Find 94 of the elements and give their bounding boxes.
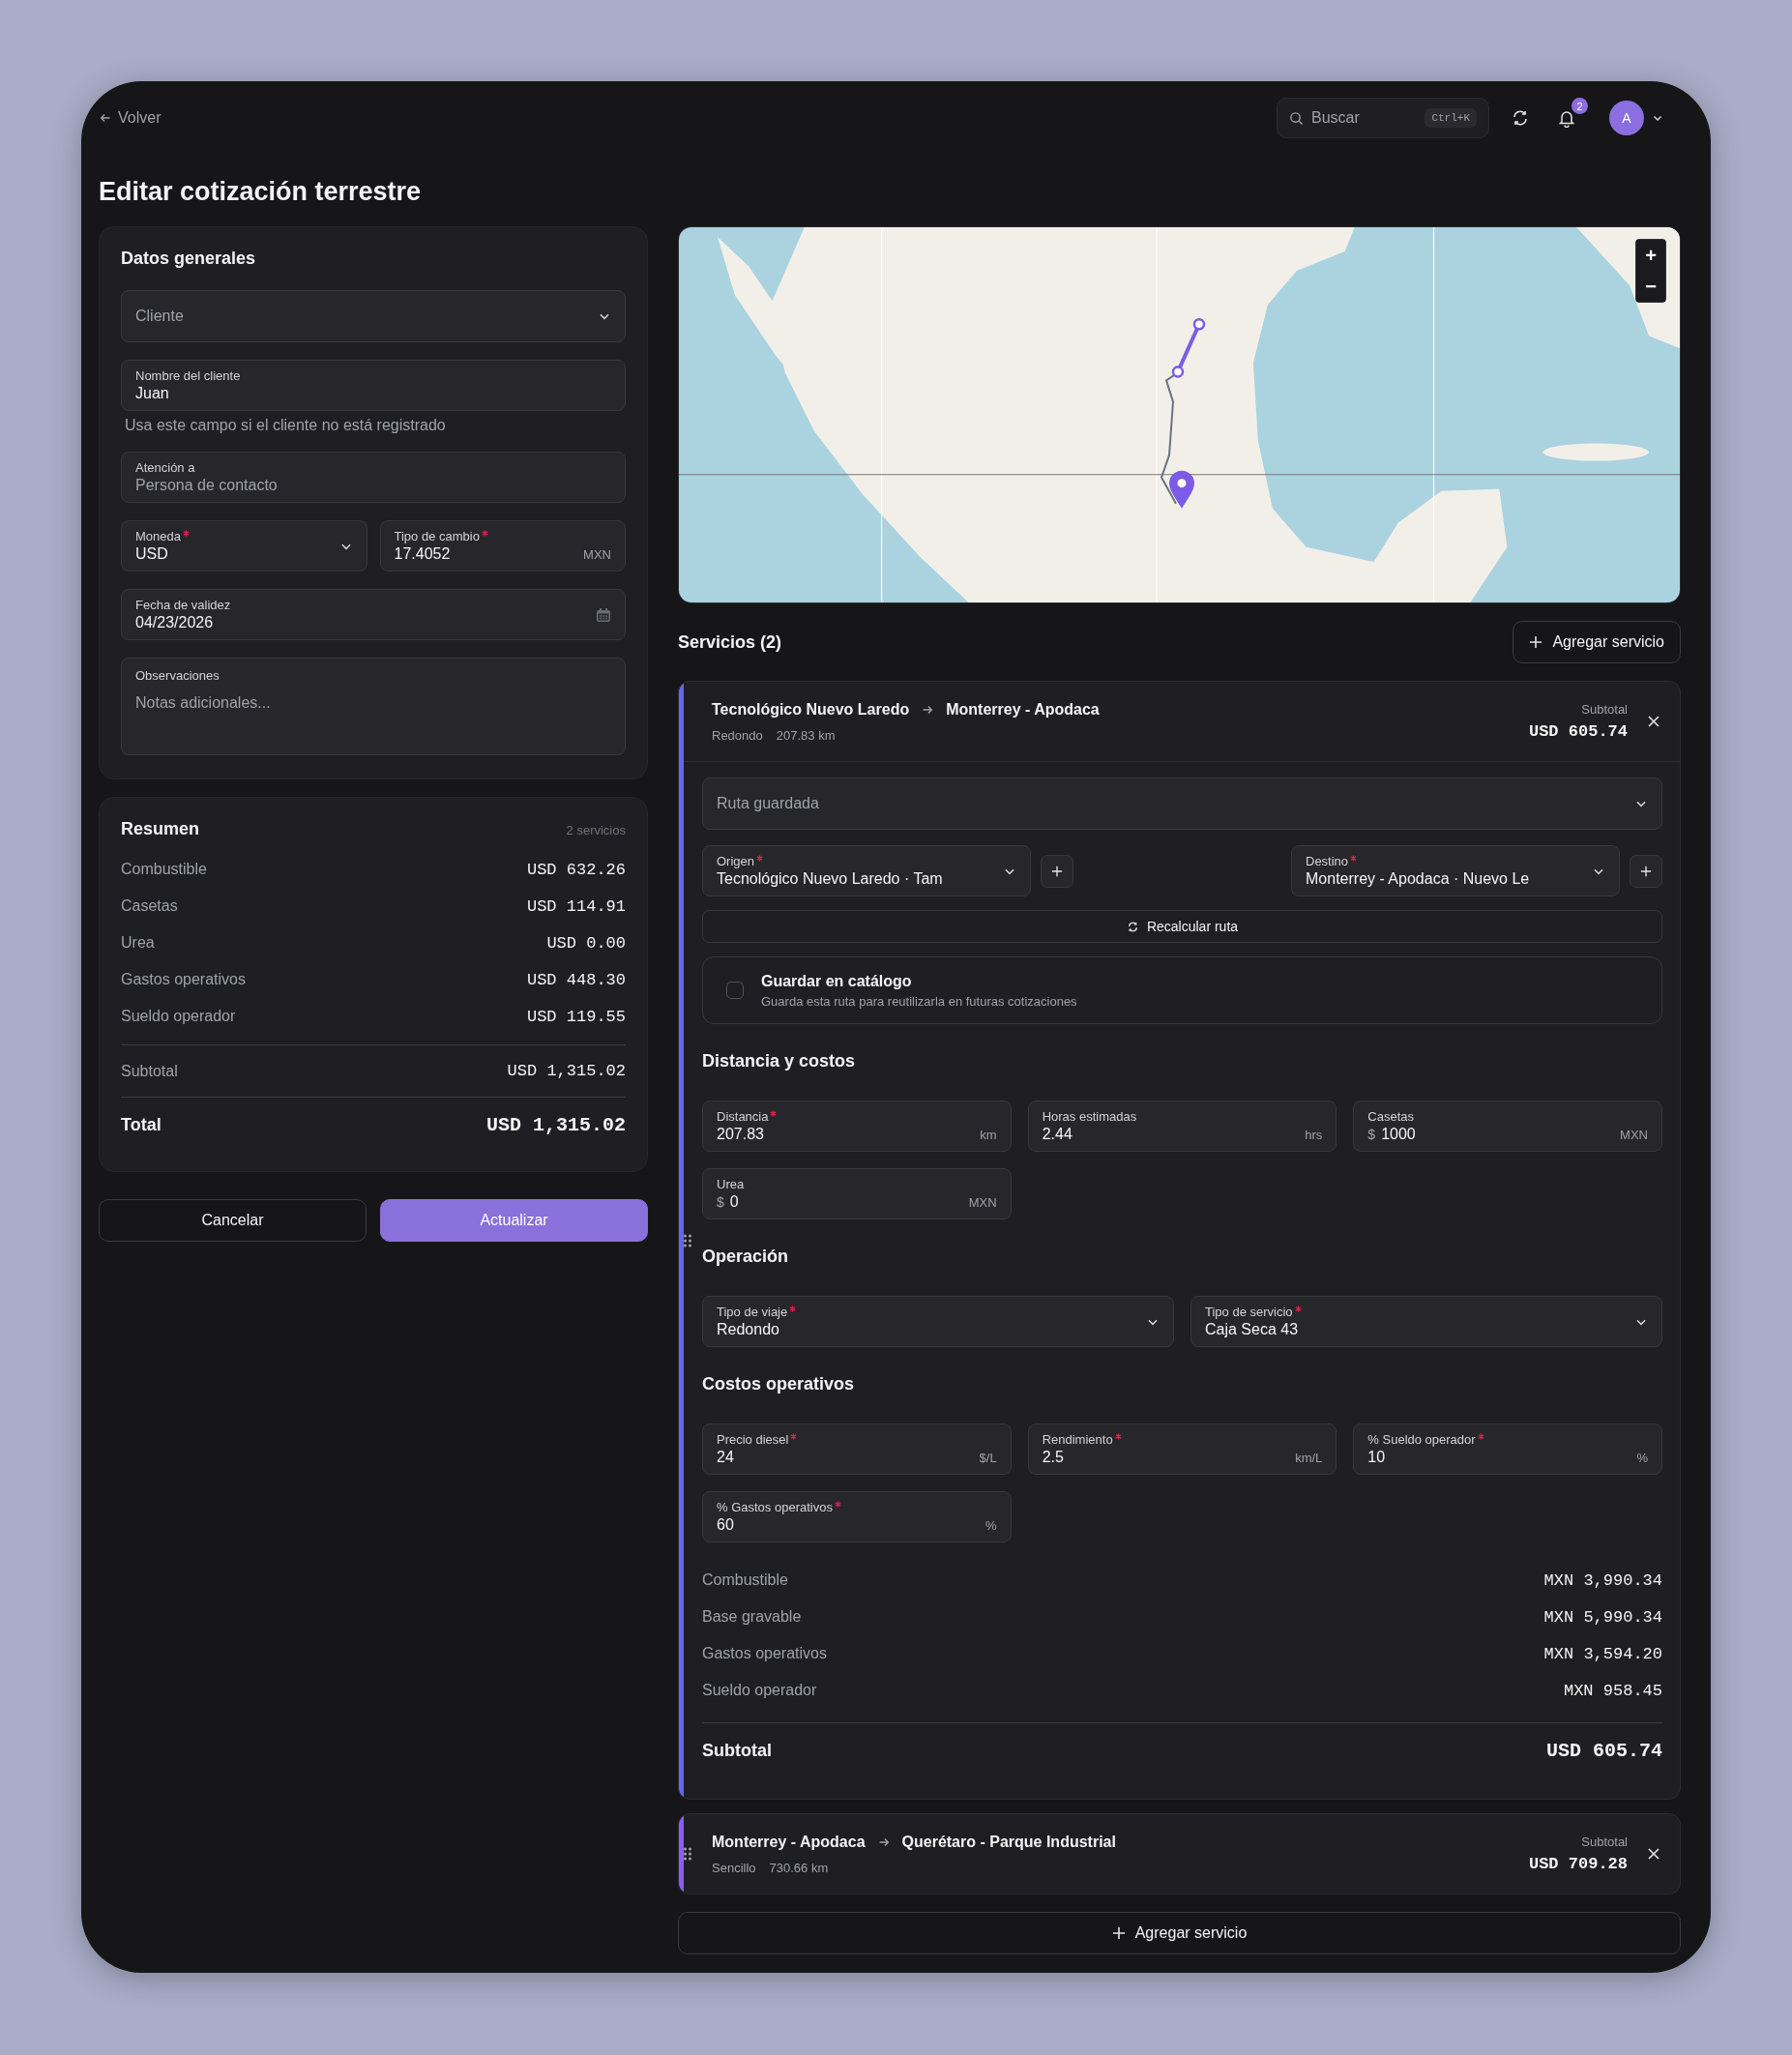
summary-label: Combustible (121, 861, 207, 878)
input-field[interactable]: Atención a Persona de contacto (121, 452, 626, 503)
helper-text: Usa este campo si el cliente no está registrado (125, 417, 447, 434)
summary-value: USD 119.55 (526, 1007, 626, 1026)
cost-value: MXN 3,594.20 (1543, 1644, 1662, 1663)
select-dropdown[interactable]: Ruta guardada (702, 778, 1662, 830)
arrow-left-icon (99, 111, 112, 125)
route-destination: Querétaro - Parque Industrial (901, 1833, 1116, 1851)
date-field[interactable]: Fecha de validez 04/23/2026 (121, 589, 626, 640)
summary-label: Sueldo operador (121, 1008, 236, 1025)
trip-type: Sencillo (712, 1860, 756, 1875)
plus-icon (1529, 635, 1543, 649)
refresh-icon[interactable] (1511, 108, 1530, 128)
cost-label: Gastos operativos (702, 1645, 827, 1662)
bell-icon[interactable] (1557, 108, 1576, 128)
input-field[interactable]: Casetas $ 1000 MXN (1353, 1101, 1662, 1152)
avatar[interactable]: A (1609, 101, 1644, 135)
input-field[interactable]: Tipo de cambio 17.4052 MXN (379, 520, 626, 572)
route-destination: Monterrey - Apodaca (946, 700, 1100, 719)
summary-value: USD 114.91 (526, 896, 626, 916)
total-value: USD 1,315.02 (485, 1113, 626, 1136)
trip-type: Redondo (712, 727, 763, 743)
route-distance: 730.66 km (769, 1860, 829, 1875)
card-title: Resumen (121, 819, 200, 839)
subtotal-value: USD 709.28 (1528, 1855, 1628, 1873)
subtotal-label: Subtotal (1581, 702, 1628, 717)
section-heading: Distancia y costos (702, 1051, 857, 1072)
text-area[interactable]: Observaciones Notas adicionales... (121, 658, 626, 755)
select-dropdown[interactable]: Cliente (121, 290, 626, 342)
summary-label: Casetas (121, 897, 178, 915)
update-button[interactable]: Actualizar (380, 1199, 648, 1242)
checkbox-description: Guarda esta ruta para reutilizarla en futuras cotizaciones (761, 993, 1077, 1009)
close-icon[interactable] (1647, 1847, 1660, 1861)
subtotal-label: Subtotal (702, 1740, 772, 1761)
route-origin: Tecnológico Nuevo Laredo (712, 700, 910, 719)
drag-handle-icon[interactable] (683, 1846, 692, 1862)
cost-label: Sueldo operador (702, 1682, 817, 1699)
subtotal-label: Subtotal (1581, 1835, 1628, 1849)
plus-icon (1640, 865, 1652, 877)
search-field[interactable]: Buscar Ctrl+K (1277, 98, 1489, 138)
back-link[interactable]: Volver (99, 109, 162, 127)
select-dropdown[interactable]: Destino Monterrey - Apodaca · Nuevo Le (1291, 845, 1620, 896)
select-dropdown[interactable]: Tipo de servicio Caja Seca 43 (1190, 1296, 1662, 1347)
plus-icon (1051, 865, 1063, 877)
calendar-icon (596, 606, 611, 623)
cost-value: MXN 5,990.34 (1543, 1607, 1662, 1627)
subtotal-label: Subtotal (121, 1062, 178, 1080)
notification-badge: 2 (1572, 98, 1588, 114)
input-field[interactable]: Horas estimadas 2.44 hrs (1027, 1101, 1337, 1152)
cost-label: Combustible (702, 1571, 788, 1589)
refresh-icon (1126, 920, 1139, 933)
summary-value: USD 0.00 (546, 933, 626, 953)
summary-label: Urea (121, 934, 155, 952)
service-count: 2 servicios (566, 823, 626, 837)
subtotal-value: USD 605.74 (1545, 1739, 1662, 1762)
section-heading: Operación (702, 1247, 790, 1267)
input-field[interactable]: Rendimiento 2.5 km/L (1027, 1424, 1337, 1475)
select-dropdown[interactable]: Origen Tecnológico Nuevo Laredo · Tam (702, 845, 1031, 896)
route-distance: 207.83 km (776, 727, 836, 743)
add-service-button[interactable]: Agregar servicio (678, 1912, 1681, 1954)
input-field[interactable]: % Gastos operativos 60 % (702, 1491, 1012, 1542)
cost-label: Base gravable (702, 1608, 802, 1626)
total-label: Total (121, 1114, 162, 1135)
input-field[interactable]: % Sueldo operador 10 % (1353, 1424, 1662, 1475)
subtotal-value: USD 605.74 (1528, 722, 1628, 741)
shortcut-badge: Ctrl+K (1425, 108, 1477, 128)
select-dropdown[interactable]: Moneda USD (121, 520, 367, 572)
drag-handle-icon[interactable] (683, 1232, 692, 1248)
cancel-button[interactable]: Cancelar (99, 1199, 367, 1242)
add-location-button[interactable] (1630, 854, 1662, 888)
subtotal-value: USD 1,315.02 (507, 1062, 626, 1080)
summary-label: Gastos operativos (121, 971, 246, 988)
input-field[interactable]: Distancia 207.83 km (702, 1101, 1012, 1152)
select-dropdown[interactable]: Tipo de viaje Redondo (702, 1296, 1174, 1347)
search-icon (1289, 110, 1304, 126)
plus-icon (1111, 1926, 1126, 1940)
section-heading: Costos operativos (702, 1374, 856, 1394)
cost-value: MXN 958.45 (1563, 1681, 1662, 1700)
page-title: Editar cotización terrestre (99, 176, 423, 207)
add-service-button[interactable]: Agregar servicio (1513, 621, 1681, 663)
close-icon[interactable] (1647, 715, 1660, 728)
summary-value: USD 448.30 (526, 970, 626, 989)
input-field[interactable]: Nombre del cliente Juan (121, 360, 626, 411)
input-field[interactable]: Precio diesel 24 $/L (702, 1424, 1012, 1475)
card-title: Datos generales (121, 249, 257, 269)
checkbox-label: Guardar en catálogo (761, 972, 913, 990)
section-title: Servicios (2) (678, 631, 782, 653)
input-field[interactable]: Urea $ 0 MXN (702, 1168, 1012, 1219)
checkbox[interactable] (726, 982, 744, 999)
cost-value: MXN 3,990.34 (1543, 1571, 1662, 1590)
summary-value: USD 632.26 (526, 860, 626, 879)
recalculate-route-button[interactable]: Recalcular ruta (702, 910, 1662, 943)
add-location-button[interactable] (1041, 854, 1073, 888)
route-origin: Monterrey - Apodaca (712, 1833, 866, 1851)
